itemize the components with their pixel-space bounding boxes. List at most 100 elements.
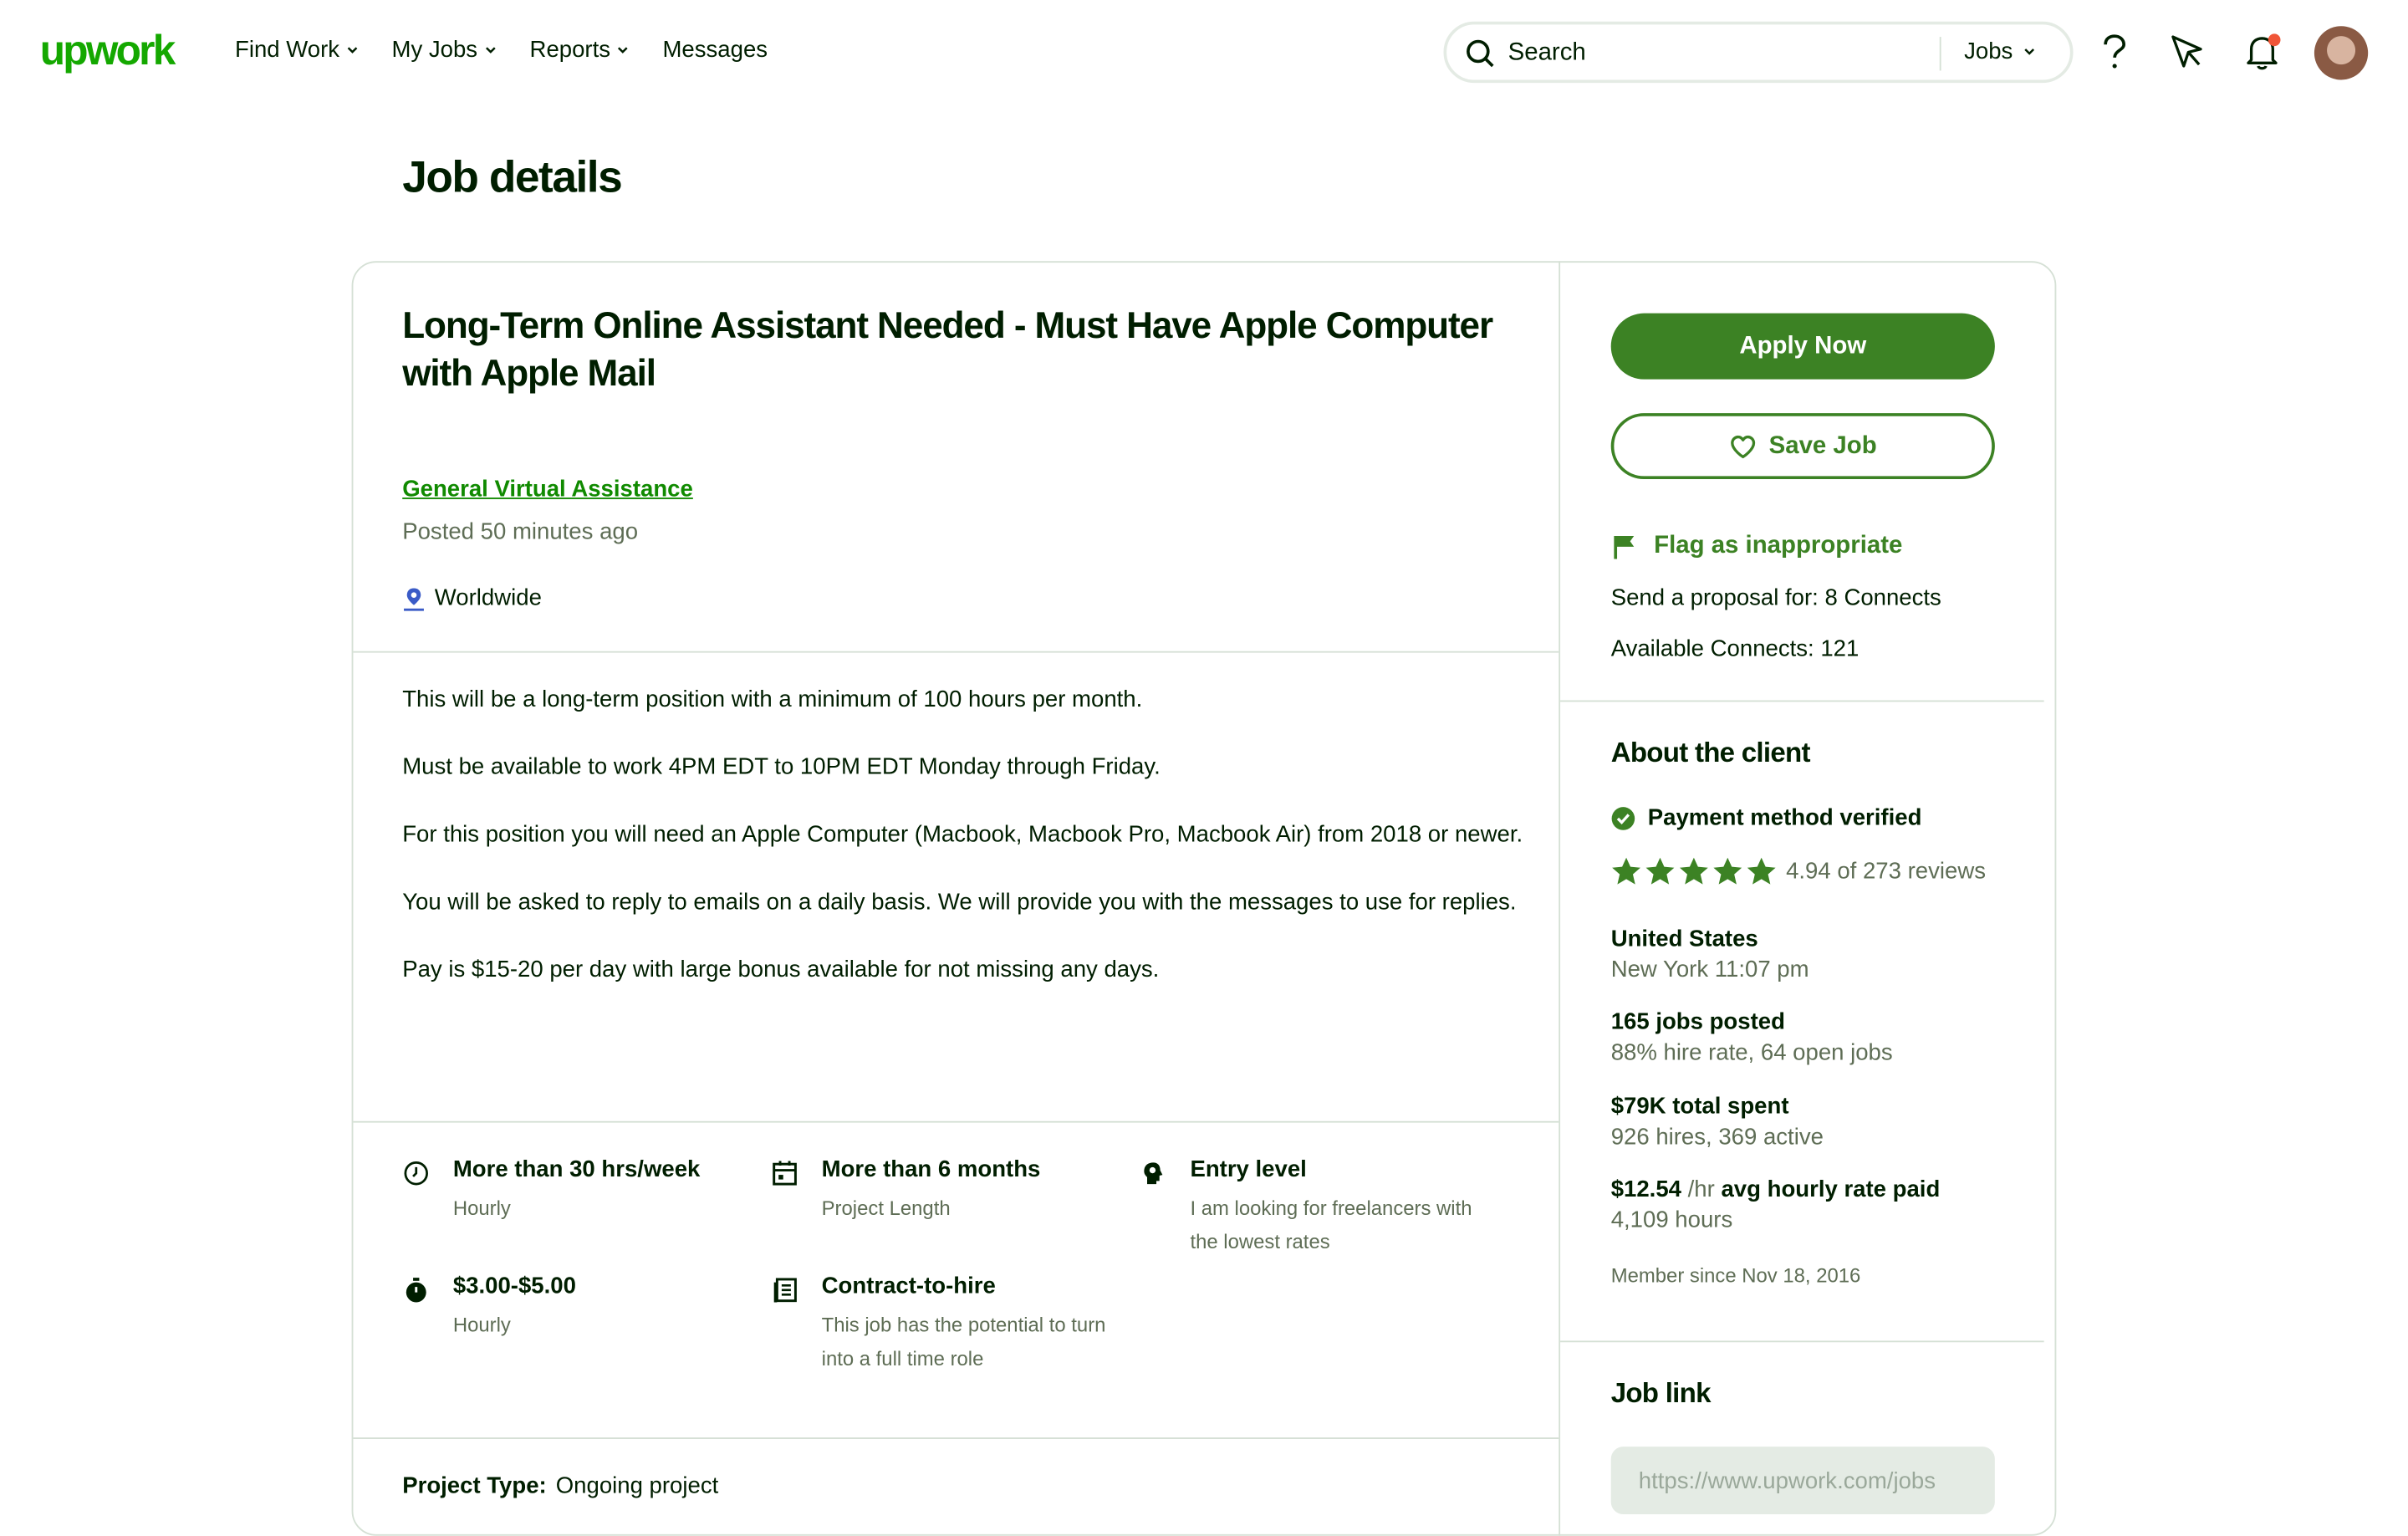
client-spending: $79K total spent 926 hires, 369 active — [1611, 1094, 1824, 1151]
feature-title: More than 30 hrs/week — [452, 1156, 701, 1183]
chevron-down-icon — [2023, 48, 2034, 55]
divider — [353, 1437, 1559, 1439]
nav-links: Find Work My Jobs Reports Messages — [235, 37, 768, 63]
avg-rate-value: $12.54 — [1610, 1176, 1681, 1203]
divider — [353, 1120, 1559, 1123]
avatar[interactable] — [2314, 26, 2369, 80]
client-avg-rate: $12.54 /hr avg hourly rate paid 4,109 ho… — [1611, 1176, 1941, 1233]
flag-icon — [1614, 536, 1635, 559]
hire-rate: 88% hire rate, 64 open jobs — [1610, 1039, 1893, 1066]
nav-reports[interactable]: Reports — [530, 37, 630, 63]
proposal-cost: Send a proposal for: 8 Connects — [1610, 584, 1941, 612]
description-paragraph: Pay is $15-20 per day with large bonus a… — [402, 957, 1160, 983]
job-link-title: Job link — [1610, 1377, 1712, 1409]
available-connects: Available Connects: 121 — [1610, 635, 1860, 662]
client-country: United States — [1610, 926, 1758, 952]
rating-stars — [1611, 857, 1777, 886]
apply-now-button[interactable]: Apply Now — [1610, 313, 1995, 380]
jobs-posted: 165 jobs posted — [1610, 1008, 1785, 1035]
project-type-label: Project Type: — [402, 1472, 547, 1499]
payment-verified: Payment method verified — [1611, 804, 1922, 831]
notification-badge — [2268, 33, 2281, 47]
search-bar: Jobs — [1443, 21, 2074, 84]
location-pin-icon — [404, 587, 424, 610]
client-city-time: New York 11:07 pm — [1610, 957, 1809, 983]
job-description: This will be a long-term position with a… — [402, 683, 1523, 1021]
feature-title: $3.00-$5.00 — [452, 1273, 576, 1299]
upwork-logo[interactable]: upwork — [40, 28, 176, 75]
job-location: Worldwide — [402, 585, 542, 611]
description-paragraph: This will be a long-term position with a… — [402, 686, 1143, 713]
clock-icon — [404, 1161, 428, 1186]
chevron-down-icon — [347, 47, 358, 54]
project-type-value: Ongoing project — [555, 1472, 719, 1499]
search-input[interactable] — [1508, 37, 1831, 71]
hires-count: 926 hires, 369 active — [1610, 1124, 1824, 1151]
feature-title: Entry level — [1190, 1156, 1307, 1183]
flag-label: Flag as inappropriate — [1654, 533, 1903, 559]
search-scope-dropdown[interactable]: Jobs — [1964, 38, 2036, 64]
stopwatch-icon — [406, 1278, 426, 1303]
client-jobs: 165 jobs posted 88% hire rate, 64 open j… — [1611, 1009, 1893, 1066]
member-since: Member since Nov 18, 2016 — [1610, 1263, 1861, 1288]
job-category-link[interactable]: General Virtual Assistance — [402, 476, 693, 502]
star-icon — [1713, 857, 1742, 885]
client-rating: 4.94 of 273 reviews — [1611, 857, 1986, 886]
divider — [353, 651, 1559, 653]
feature-subtitle: Hourly — [452, 1313, 511, 1336]
job-location-label: Worldwide — [434, 584, 542, 612]
verified-badge-icon — [1611, 806, 1635, 829]
top-nav: upwork Find Work My Jobs Reports Message… — [0, 0, 2408, 105]
column-divider — [1559, 261, 1561, 1536]
project-type: Project Type: Ongoing project — [402, 1472, 718, 1498]
description-paragraph: Must be available to work 4PM EDT to 10P… — [402, 753, 1161, 781]
save-job-label: Save Job — [1768, 432, 1877, 459]
search-icon[interactable] — [1465, 38, 1496, 69]
chevron-down-icon — [618, 47, 629, 54]
description-paragraph: You will be asked to reply to emails on … — [402, 889, 1517, 916]
divider — [1560, 700, 2044, 702]
divider — [1560, 1340, 2044, 1343]
nav-messages-label: Messages — [662, 37, 768, 64]
nav-my-jobs[interactable]: My Jobs — [392, 37, 497, 63]
nav-reports-label: Reports — [529, 37, 611, 64]
feature-subtitle: Hourly — [452, 1196, 511, 1220]
document-icon — [773, 1278, 797, 1303]
heart-icon — [1730, 434, 1755, 458]
total-spent: $79K total spent — [1610, 1093, 1789, 1120]
feature-subtitle: Project Length — [821, 1196, 951, 1220]
calendar-icon — [773, 1161, 797, 1186]
feature-title: More than 6 months — [821, 1156, 1041, 1183]
save-job-button[interactable]: Save Job — [1610, 413, 1995, 480]
hours-billed: 4,109 hours — [1610, 1207, 1733, 1233]
star-icon — [1612, 857, 1640, 885]
page-title: Job details — [402, 153, 623, 203]
posted-time: Posted 50 minutes ago — [402, 518, 639, 546]
about-client-title: About the client — [1610, 737, 1811, 768]
avg-rate-line: $12.54 /hr avg hourly rate paid — [1611, 1176, 1941, 1202]
avg-rate-label: avg hourly rate paid — [1721, 1176, 1941, 1203]
nav-find-work[interactable]: Find Work — [235, 37, 360, 63]
feature-subtitle: I am looking for freelancers with the lo… — [1190, 1196, 1472, 1253]
search-divider — [1939, 37, 1941, 71]
nav-messages[interactable]: Messages — [662, 37, 768, 63]
star-icon — [1747, 857, 1776, 885]
search-scope-label: Jobs — [1964, 38, 2013, 65]
job-title: Long-Term Online Assistant Needed - Must… — [402, 305, 1493, 395]
avg-rate-unit: /hr — [1687, 1176, 1715, 1203]
feature-title: Contract-to-hire — [821, 1273, 996, 1299]
description-paragraph: For this position you will need an Apple… — [402, 821, 1523, 848]
nav-my-jobs-label: My Jobs — [391, 37, 478, 64]
help-icon[interactable] — [2098, 33, 2131, 70]
payment-verified-label: Payment method verified — [1647, 804, 1922, 831]
direct-contracts-icon[interactable] — [2168, 33, 2205, 70]
star-icon — [1645, 857, 1675, 885]
nav-find-work-label: Find Work — [235, 37, 340, 64]
rating-text: 4.94 of 273 reviews — [1786, 858, 1986, 885]
head-icon — [1144, 1162, 1163, 1185]
star-icon — [1679, 857, 1708, 885]
feature-subtitle: This job has the potential to turn into … — [821, 1313, 1106, 1370]
chevron-down-icon — [485, 47, 496, 54]
flag-inappropriate-link[interactable]: Flag as inappropriate — [1611, 533, 1903, 560]
job-link-field[interactable] — [1610, 1447, 1995, 1514]
